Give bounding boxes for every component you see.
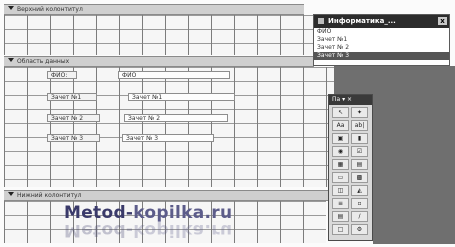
test2-textbox[interactable]: Зачет № 2 <box>124 114 228 122</box>
detail-section-bar[interactable]: Область данных <box>4 56 314 67</box>
page-break-tool-icon[interactable]: ≡ <box>332 198 349 209</box>
tab-control-tool-icon[interactable]: ▫ <box>351 198 368 209</box>
section-marker-icon <box>8 58 14 62</box>
field-list-title: Информатика_... <box>328 17 396 25</box>
textbox-tool-icon[interactable]: ab| <box>351 120 368 131</box>
toggle-tool-icon[interactable]: ▮ <box>351 133 368 144</box>
unused-area-right <box>373 66 455 244</box>
test1-textbox[interactable]: Зачет №1 <box>128 93 235 101</box>
field-list-item-test1[interactable]: Зачет №1 <box>314 36 449 44</box>
test3-field-text: Зачет № 3 <box>126 135 159 142</box>
watermark-reflection: Metod-kopilka.ru <box>64 220 232 240</box>
test3-label[interactable]: Зачет № 3 <box>47 134 100 142</box>
field-list-item-test2[interactable]: Зачет № 2 <box>314 44 449 52</box>
test1-field-text: Зачет №1 <box>132 94 163 101</box>
field-list-item-test3[interactable]: Зачет № 3 <box>314 52 449 60</box>
fio-label-text: ФИО: <box>51 72 68 79</box>
fio-label[interactable]: ФИО: <box>47 71 77 79</box>
toolbox-titlebar[interactable]: Па ▾ × <box>329 95 372 105</box>
test1-label[interactable]: Зачет №1 <box>47 93 97 101</box>
wizard-tool-icon[interactable]: ✦ <box>351 107 368 118</box>
pointer-tool-icon[interactable]: ↖ <box>332 107 349 118</box>
image-tool-icon[interactable]: ▩ <box>351 172 368 183</box>
unbound-frame-tool-icon[interactable]: ◫ <box>332 185 349 196</box>
toolbox-title: Па ▾ × <box>332 96 353 103</box>
test3-textbox[interactable]: Зачет № 3 <box>122 134 214 142</box>
page-header-grid[interactable] <box>4 15 334 55</box>
field-list-window[interactable]: Информатика_... x ФИО Зачет №1 Зачет № 2… <box>313 14 450 66</box>
line-tool-icon[interactable]: ∕ <box>351 211 368 222</box>
detail-grid[interactable] <box>4 67 334 187</box>
test2-field-text: Зачет № 2 <box>128 115 161 122</box>
section-marker-icon <box>8 6 14 10</box>
label-tool-icon[interactable]: Aa <box>332 120 349 131</box>
fio-textbox[interactable]: ФИО <box>118 71 230 79</box>
list-box-tool-icon[interactable]: ▤ <box>351 159 368 170</box>
more-tools-tool-icon[interactable]: ⚙ <box>351 224 368 235</box>
watermark-reflection-part2: kopilka.ru <box>133 220 233 240</box>
test3-label-text: Зачет № 3 <box>51 135 84 142</box>
field-list-titlebar[interactable]: Информатика_... x <box>314 15 449 28</box>
subform-tool-icon[interactable]: ▤ <box>332 211 349 222</box>
rectangle-tool-icon[interactable]: □ <box>332 224 349 235</box>
bound-frame-tool-icon[interactable]: ◭ <box>351 185 368 196</box>
close-button[interactable]: x <box>438 17 447 25</box>
watermark-reflection-part1: Metod- <box>64 220 134 240</box>
page-header-section-bar[interactable]: Верхний колонтитул <box>4 4 304 15</box>
test1-label-text: Зачет №1 <box>51 94 82 101</box>
option-button-tool-icon[interactable]: ◉ <box>332 146 349 157</box>
field-list-item-fio[interactable]: ФИО <box>314 28 449 36</box>
option-group-tool-icon[interactable]: ▣ <box>332 133 349 144</box>
checkbox-tool-icon[interactable]: ☑ <box>351 146 368 157</box>
fio-field-text: ФИО <box>122 72 137 79</box>
detail-label: Область данных <box>17 58 70 65</box>
section-marker-icon <box>8 192 14 196</box>
page-footer-label: Нижний колонтитул <box>17 192 82 199</box>
report-design-view: Верхний колонтитул Область данных ФИО: Ф… <box>0 0 455 247</box>
command-button-tool-icon[interactable]: ▭ <box>332 172 349 183</box>
page-footer-section-bar[interactable]: Нижний колонтитул <box>4 190 328 201</box>
test2-label-text: Зачет № 2 <box>51 115 84 122</box>
combo-box-tool-icon[interactable]: ▦ <box>332 159 349 170</box>
test2-label[interactable]: Зачет № 2 <box>47 114 100 122</box>
page-header-label: Верхний колонтитул <box>17 6 83 13</box>
table-icon <box>318 18 324 24</box>
toolbox-window[interactable]: Па ▾ × ↖ ✦ Aa ab| ▣ ▮ ◉ ☑ ▦ ▤ ▭ ▩ ◫ ◭ ≡ … <box>328 94 373 241</box>
